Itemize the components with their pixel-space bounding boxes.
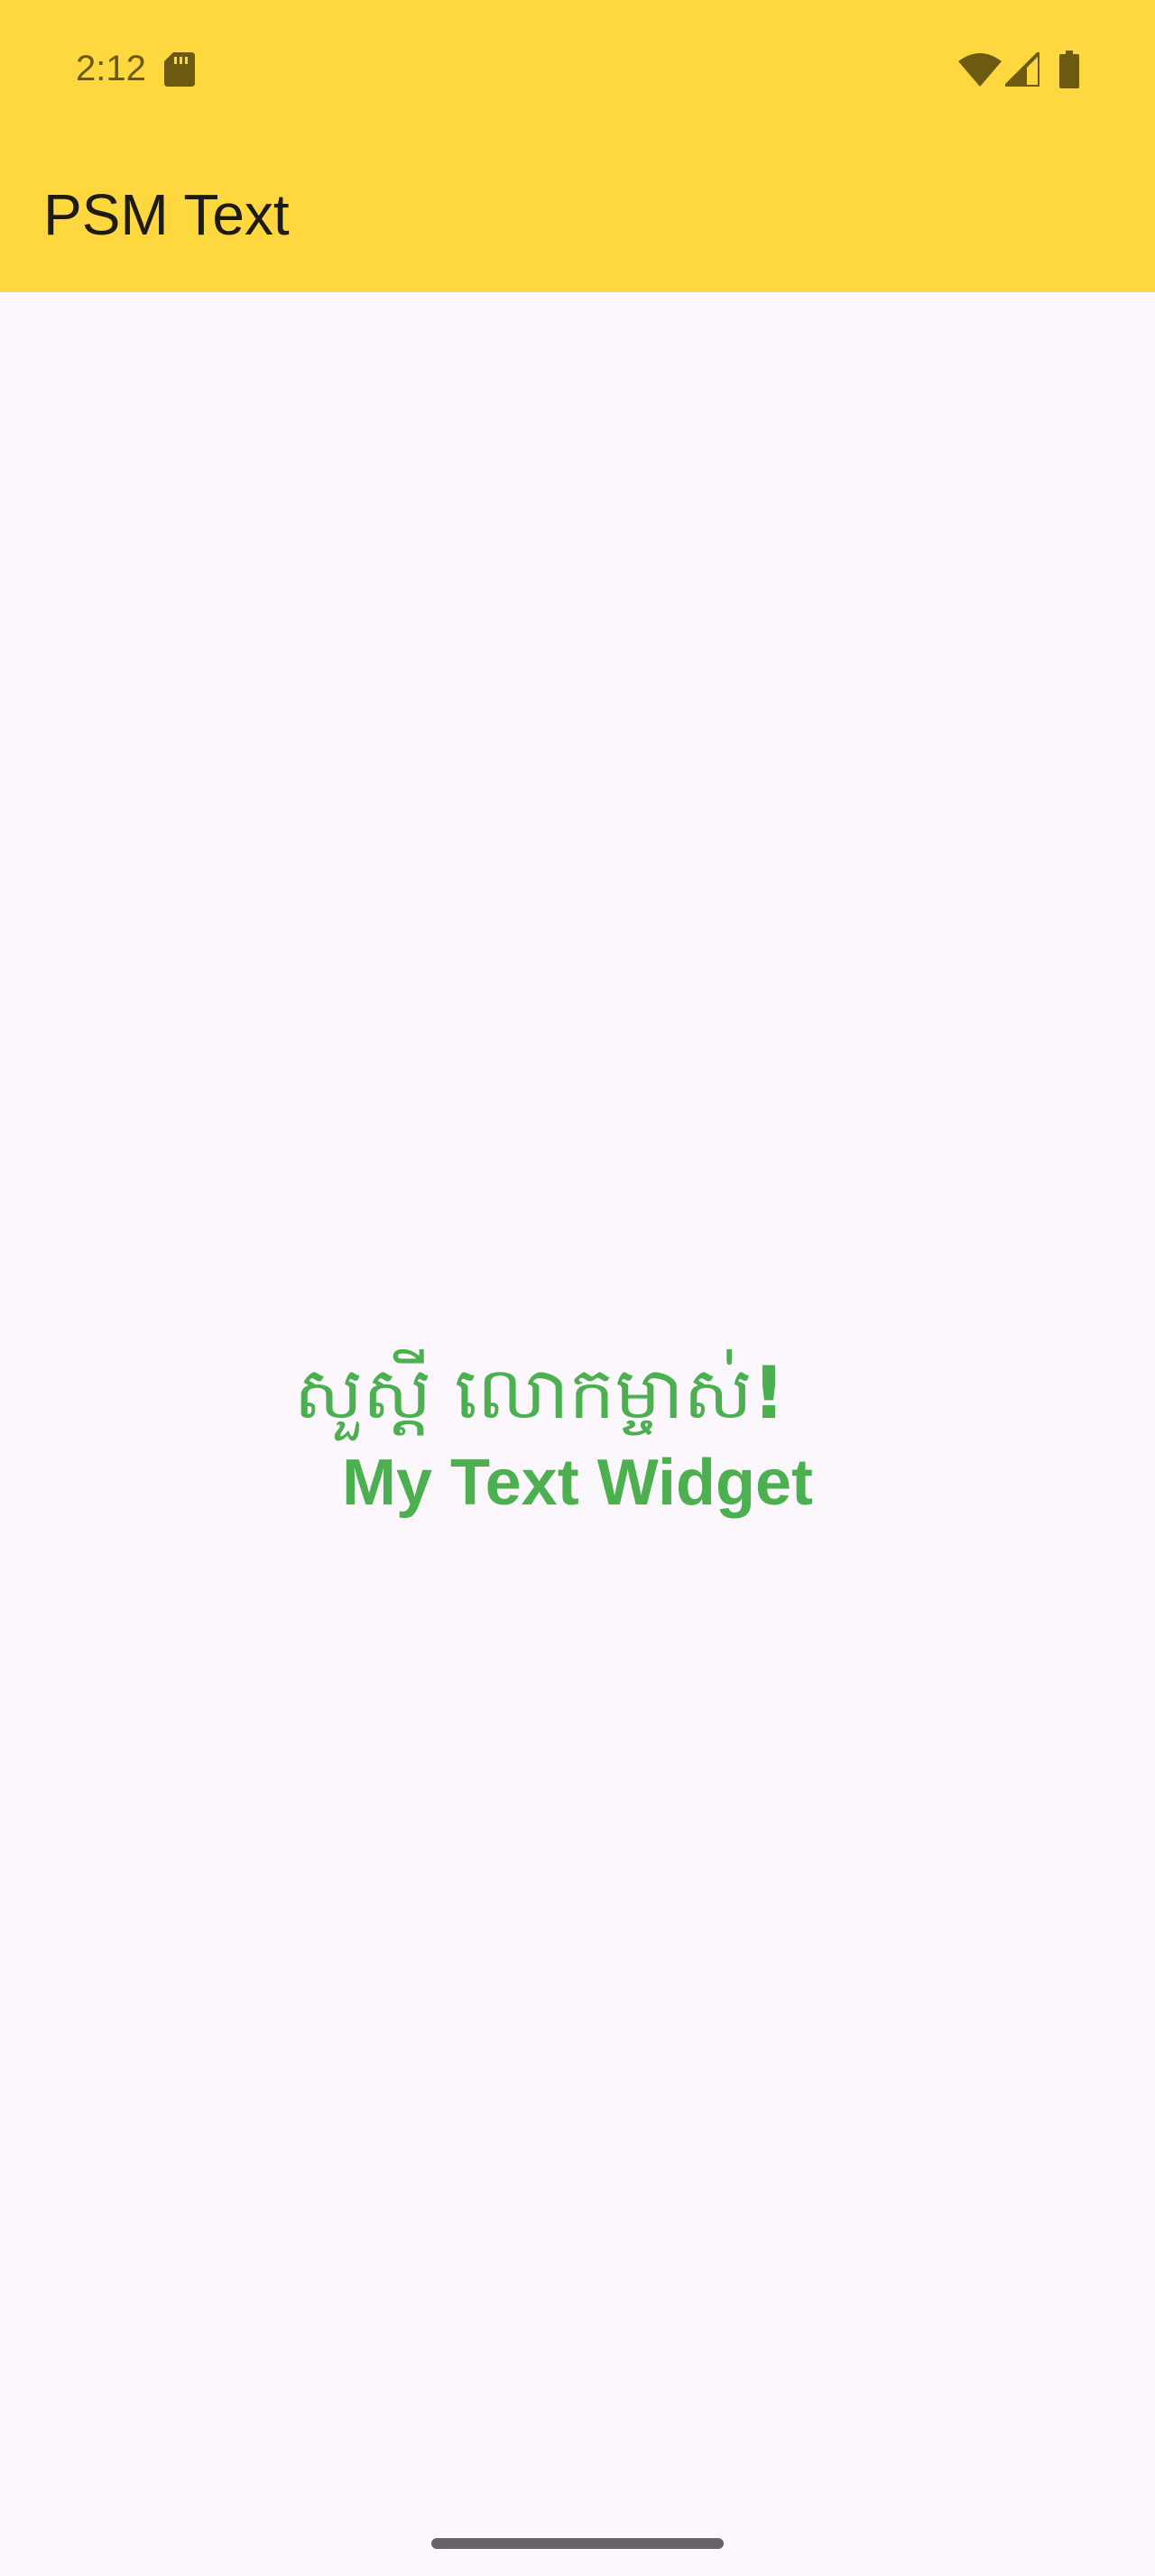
greeting-exclamation: ! [752, 1351, 786, 1435]
khmer-greeting-text: សួស្ដី លោកម្ចាស់ [293, 1351, 753, 1435]
cell-signal-icon [1005, 52, 1040, 87]
app-title: PSM Text [43, 182, 290, 247]
sd-card-icon [164, 52, 195, 87]
content-center: សួស្ដី លោកម្ចាស់! My Text Widget [0, 1344, 1155, 1528]
khmer-greeting: សួស្ដី លោកម្ចាស់! [294, 1344, 785, 1443]
wifi-icon [958, 53, 1002, 87]
app-top-bar: 2:12 PSM Text [0, 0, 1155, 292]
battery-icon [1059, 51, 1079, 88]
status-bar: 2:12 [0, 0, 1155, 135]
status-time: 2:12 [76, 49, 146, 88]
widget-text: My Text Widget [341, 1447, 814, 1519]
home-gesture-bar[interactable] [431, 2538, 724, 2549]
